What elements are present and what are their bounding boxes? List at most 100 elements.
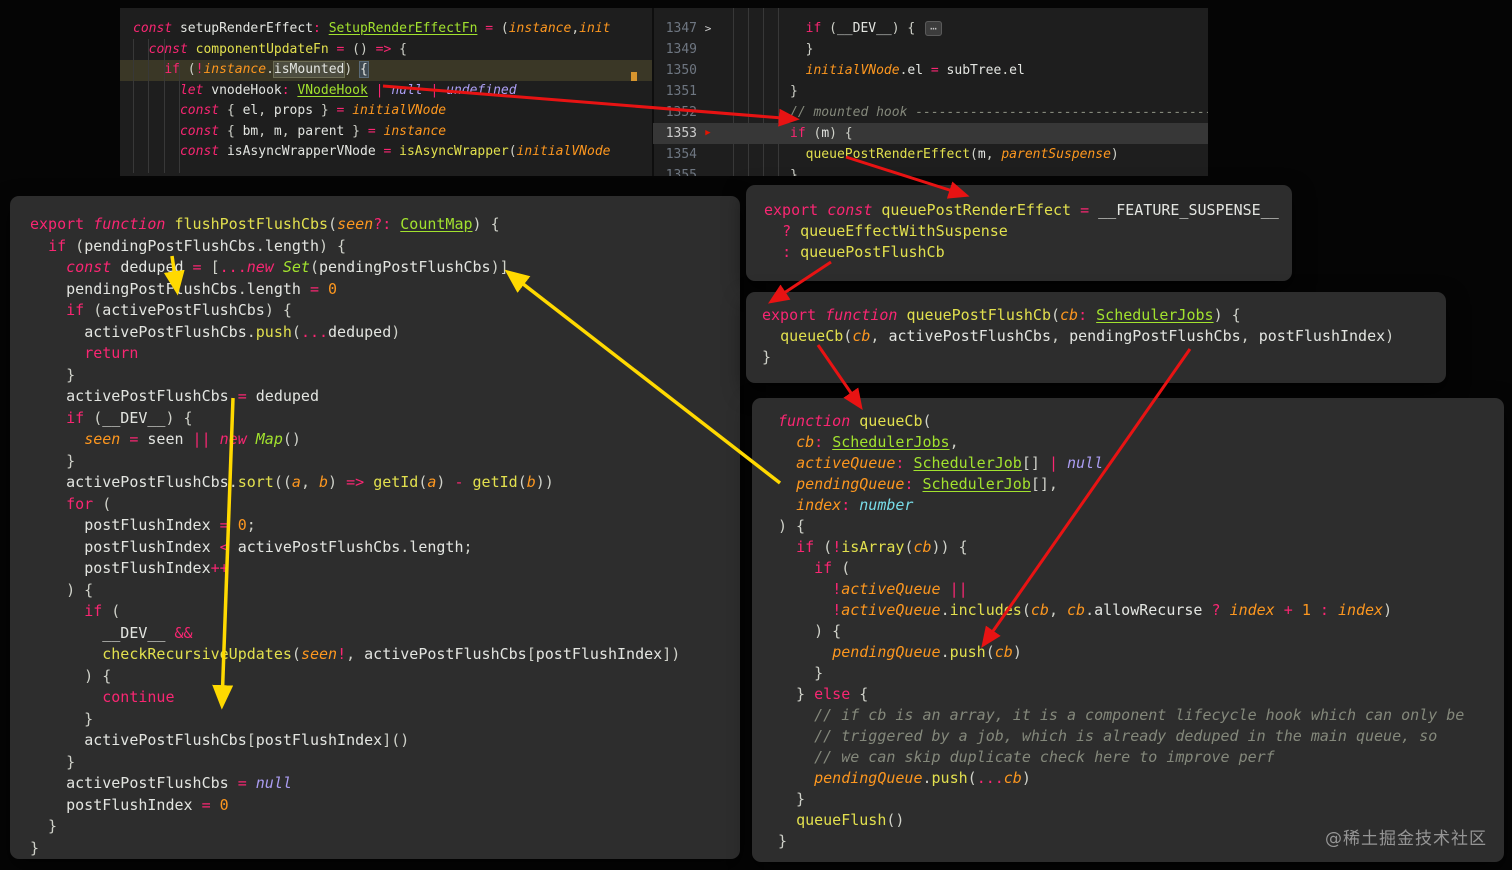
code-line: } xyxy=(762,348,772,366)
code-line: ) { xyxy=(30,666,112,685)
code-line: !activeQueue.includes(cb, cb.allowRecurs… xyxy=(832,601,1393,619)
code-line[interactable]: } xyxy=(790,81,798,102)
code-line: continue xyxy=(102,688,175,706)
code-line: if ( xyxy=(814,559,851,577)
code-line: } xyxy=(30,817,58,835)
line-number[interactable]: 1352 xyxy=(653,102,697,123)
code-line[interactable]: initialVNode.el = subTree.el xyxy=(790,60,1025,81)
code-line: } xyxy=(30,752,76,771)
watermark: @稀土掘金技术社区 xyxy=(1325,829,1487,849)
fold-chevron-icon[interactable]: > xyxy=(697,18,719,39)
editor-code-row: 1354 queuePostRenderEffect(m, parentSusp… xyxy=(653,144,1208,165)
glyph-margin xyxy=(697,39,719,60)
line-number[interactable]: 1353 xyxy=(653,123,697,144)
code-line: ) { xyxy=(30,580,94,599)
code-line: function queueCb( xyxy=(778,412,932,430)
code-line: } else { xyxy=(778,685,869,703)
glyph-margin xyxy=(697,144,719,165)
line-number[interactable]: 1349 xyxy=(653,39,697,60)
code-line[interactable]: } xyxy=(790,165,798,176)
code-line: } xyxy=(778,664,824,682)
editor-pane-left[interactable]: const setupRenderEffect: SetupRenderEffe… xyxy=(133,19,610,163)
line-number[interactable]: 1347 xyxy=(653,18,697,39)
code-line: const setupRenderEffect: SetupRenderEffe… xyxy=(133,21,611,36)
code-line: export function flushPostFlushCbs(seen?:… xyxy=(30,215,500,233)
code-line: ) { xyxy=(778,517,806,535)
editor-code-row: 1351} xyxy=(653,81,1208,102)
editor-code-row: 1350 initialVNode.el = subTree.el xyxy=(653,60,1208,81)
screenshot-root: const setupRenderEffect: SetupRenderEffe… xyxy=(0,0,1512,870)
code-line: } xyxy=(30,709,94,728)
editor-code-row: 1353 ▶ if (m) { xyxy=(653,123,1208,144)
code-line: pendingPostFlushCbs.length = 0 xyxy=(66,279,338,298)
code-line: cb: SchedulerJobs, xyxy=(796,433,959,451)
code-line: ) { xyxy=(778,622,842,640)
code-panel-flushPostFlushCbs: export function flushPostFlushCbs(seen?:… xyxy=(10,196,740,859)
code-line: activePostFlushCbs = deduped xyxy=(66,387,319,405)
code-line: activePostFlushCbs = null xyxy=(66,774,292,792)
code-line: checkRecursiveUpdates(seen!, activePostF… xyxy=(102,645,681,663)
code-line: activePostFlushCbs.push(...deduped) xyxy=(84,322,401,341)
code-line: seen = seen || new Map() xyxy=(84,430,301,448)
editor-code-row: 1349 } xyxy=(653,39,1208,60)
code-line: __DEV__ && xyxy=(102,623,193,642)
code-line: const { bm, m, parent } = instance xyxy=(179,123,447,139)
code-line: postFlushIndex = 0; xyxy=(84,516,256,534)
line-number[interactable]: 1355 xyxy=(653,165,697,176)
code-line: index: number xyxy=(796,496,914,514)
code-line: } xyxy=(30,838,40,857)
code-line: : queuePostFlushCb xyxy=(782,243,945,261)
code-panel-queueCb: function queueCb( cb: SchedulerJobs, act… xyxy=(752,398,1504,862)
code-line: } xyxy=(778,790,806,808)
code-line[interactable]: if (__DEV__) { ⋯ xyxy=(790,18,942,39)
code-line: queueCb(cb, activePostFlushCbs, pendingP… xyxy=(780,327,1395,345)
code-line[interactable]: } xyxy=(790,39,814,60)
code-line: for ( xyxy=(66,494,112,513)
editor-pane-right[interactable]: 1347 > if (__DEV__) { ⋯ 1349 } 1350 initial… xyxy=(653,18,1208,176)
code-line: // we can skip duplicate check here to i… xyxy=(778,748,1275,766)
code-block: export function queuePostFlushCb(cb: Sch… xyxy=(746,292,1446,368)
code-panel-queuePostFlushCb: export function queuePostFlushCb(cb: Sch… xyxy=(746,292,1446,383)
code-line: if (activePostFlushCbs) { xyxy=(66,301,292,319)
code-line: if (!instance.isMounted) { xyxy=(164,62,368,77)
glyph-margin xyxy=(697,60,719,81)
glyph-margin xyxy=(697,81,719,102)
code-line[interactable]: if (m) { xyxy=(790,123,853,144)
code-line: pendingQueue: SchedulerJob[], xyxy=(796,475,1058,493)
code-line: !activeQueue || xyxy=(832,580,968,598)
glyph-margin xyxy=(697,102,719,123)
vscode-editor: const setupRenderEffect: SetupRenderEffe… xyxy=(120,8,1208,176)
code-line: const isAsyncWrapperVNode = isAsyncWrapp… xyxy=(179,144,611,159)
code-line: if (!isArray(cb)) { xyxy=(796,538,968,556)
code-panel-queuePostRenderEffect: export const queuePostRenderEffect = __F… xyxy=(746,185,1292,281)
code-line[interactable]: // mounted hook ------------------------… xyxy=(790,102,1208,123)
code-block: export const queuePostRenderEffect = __F… xyxy=(746,185,1292,263)
code-line: postFlushIndex < activePostFlushCbs.leng… xyxy=(84,537,473,556)
code-line: activePostFlushCbs[postFlushIndex]() xyxy=(84,731,410,749)
line-number[interactable]: 1351 xyxy=(653,81,697,102)
code-line: if (__DEV__) { xyxy=(66,408,193,427)
glyph-margin xyxy=(697,165,719,176)
code-line: } xyxy=(30,451,76,470)
line-number[interactable]: 1350 xyxy=(653,60,697,81)
editor-code-row: 1347 > if (__DEV__) { ⋯ xyxy=(653,18,1208,39)
code-line: if (pendingPostFlushCbs.length) { xyxy=(48,236,347,255)
code-block: export function flushPostFlushCbs(seen?:… xyxy=(10,196,740,859)
code-line: const deduped = [...new Set(pendingPostF… xyxy=(66,258,509,276)
code-line: export function queuePostFlushCb(cb: Sch… xyxy=(762,306,1241,324)
code-block: function queueCb( cb: SchedulerJobs, act… xyxy=(752,398,1504,852)
code-line: // triggered by a job, which is already … xyxy=(778,727,1438,745)
code-line: postFlushIndex = 0 xyxy=(66,795,229,814)
code-line: const { el, props } = initialVNode xyxy=(179,103,447,118)
overview-ruler-mark xyxy=(631,72,637,81)
code-line: pendingQueue.push(cb) xyxy=(832,643,1022,661)
code-line: activePostFlushCbs.sort((a, b) => getId(… xyxy=(66,473,554,491)
code-line: const componentUpdateFn = () => { xyxy=(148,41,407,57)
code-line: export const queuePostRenderEffect = __F… xyxy=(764,201,1279,219)
code-line: activeQueue: SchedulerJob[] | null, xyxy=(796,454,1113,472)
line-number[interactable]: 1354 xyxy=(653,144,697,165)
code-line: let vnodeHook: VNodeHook | null | undefi… xyxy=(179,82,517,98)
code-line: return xyxy=(84,344,139,362)
code-line[interactable]: queuePostRenderEffect(m, parentSuspense) xyxy=(790,144,1119,165)
code-line: if ( xyxy=(84,602,121,620)
